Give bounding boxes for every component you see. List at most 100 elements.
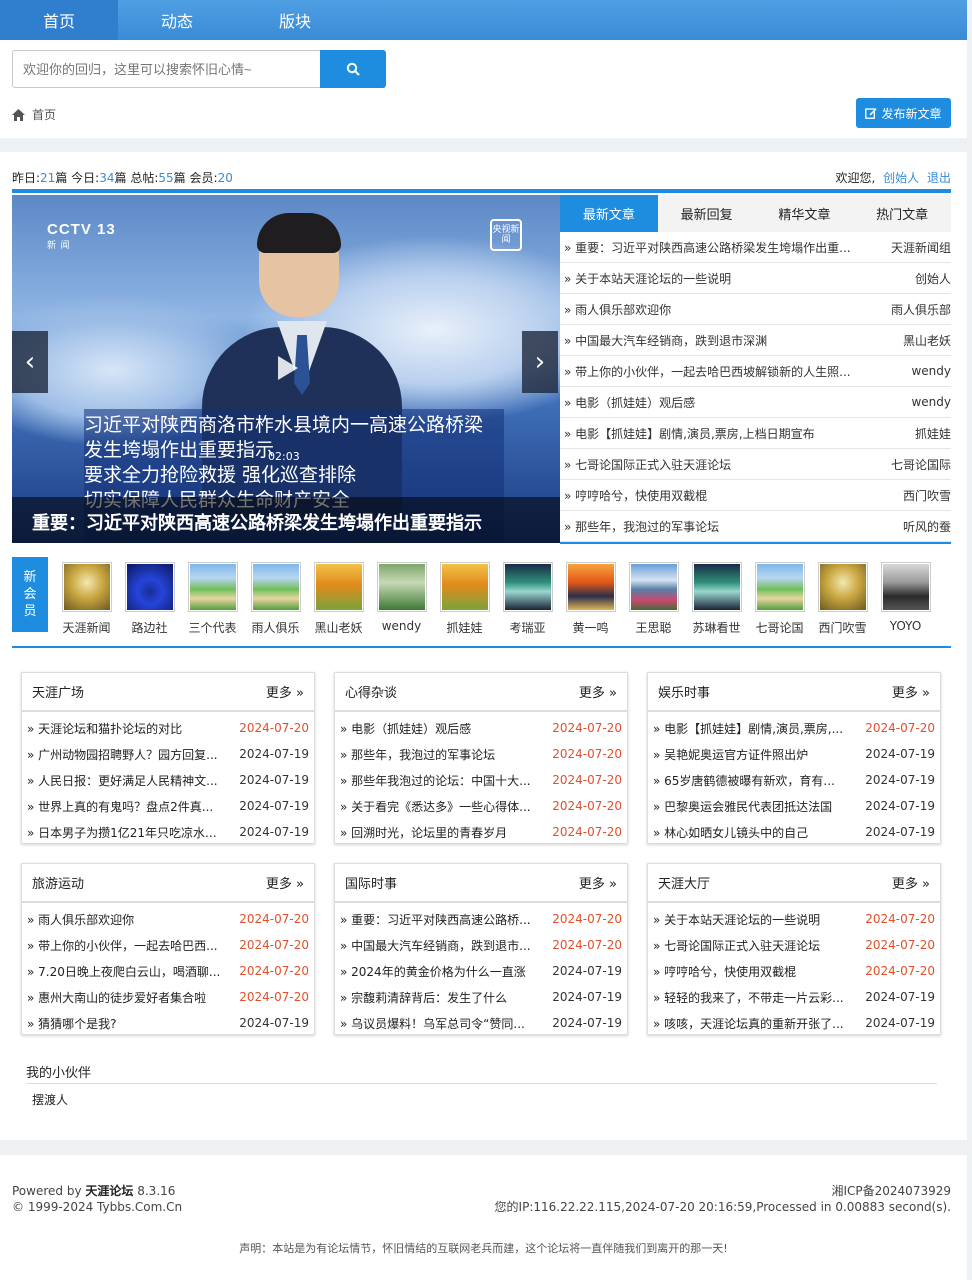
- article-row[interactable]: » 雨人俱乐部欢迎你 雨人俱乐部: [560, 294, 951, 325]
- forum-box-row[interactable]: » 关于本站天涯论坛的一些说明 2024-07-20: [648, 906, 940, 932]
- article-author[interactable]: 七哥论国际: [891, 456, 951, 473]
- forum-box-row[interactable]: » 七哥论国际正式入驻天涯论坛 2024-07-20: [648, 932, 940, 958]
- forum-box-row[interactable]: » 宗馥莉清辞背后：发生了什么 2024-07-19: [335, 984, 627, 1010]
- forum-box-row[interactable]: » 吴艳妮奥运官方证件照出炉 2024-07-19: [648, 741, 940, 767]
- avatar[interactable]: [880, 562, 931, 612]
- post-title[interactable]: » 电影【抓娃娃】剧情,演员,票房,...: [653, 720, 857, 737]
- article-row[interactable]: » 中国最大汽车经销商，跌到退市深渊 黑山老妖: [560, 325, 951, 356]
- nav-activity[interactable]: 动态: [118, 0, 236, 40]
- more-link[interactable]: 更多 »: [266, 873, 304, 892]
- article-author[interactable]: 雨人俱乐部: [891, 301, 951, 318]
- breadcrumb-home[interactable]: 首页: [32, 106, 56, 123]
- post-title[interactable]: » 关于看完《悉达多》一些心得体...: [340, 798, 544, 815]
- article-title[interactable]: » 七哥论国际正式入驻天涯论坛: [564, 456, 883, 473]
- forum-box-row[interactable]: » 中国最大汽车经销商，跌到退市... 2024-07-20: [335, 932, 627, 958]
- avatar[interactable]: [502, 562, 553, 612]
- article-row[interactable]: » 那些年，我泡过的军事论坛 听风的蚕: [560, 511, 951, 542]
- member-name[interactable]: 考瑞亚: [496, 619, 559, 636]
- article-title[interactable]: » 那些年，我泡过的军事论坛: [564, 518, 895, 535]
- forum-box-row[interactable]: » 电影（抓娃娃）观后感 2024-07-20: [335, 715, 627, 741]
- more-link[interactable]: 更多 »: [892, 873, 930, 892]
- post-title[interactable]: » 惠州大南山的徒步爱好者集合啦: [27, 989, 231, 1006]
- member-name[interactable]: 苏琳看世: [685, 619, 748, 636]
- member-item[interactable]: wendy: [370, 562, 433, 636]
- post-title[interactable]: » 哼哼哈兮，快使用双截棍: [653, 963, 857, 980]
- post-title[interactable]: » 天涯论坛和猫扑论坛的对比: [27, 720, 231, 737]
- member-item[interactable]: 天涯新闻: [55, 562, 118, 636]
- carousel-next-button[interactable]: ›: [522, 331, 558, 393]
- member-name[interactable]: 黑山老妖: [307, 619, 370, 636]
- post-title[interactable]: » 乌议员爆料！乌军总司令“赞同...: [340, 1015, 544, 1032]
- article-row[interactable]: » 电影（抓娃娃）观后感 wendy: [560, 387, 951, 418]
- post-title[interactable]: » 轻轻的我来了，不带走一片云彩...: [653, 989, 857, 1006]
- article-row[interactable]: » 带上你的小伙伴，一起去哈巴西坡解锁新的人生照... wendy: [560, 356, 951, 387]
- post-title[interactable]: » 雨人俱乐部欢迎你: [27, 911, 231, 928]
- post-title[interactable]: » 65岁唐鹤德被曝有新欢，育有...: [653, 772, 857, 789]
- news-carousel[interactable]: CCTV 13 新 闻 央视新闻 习近平对陕西商洛市柞水县境内一高速公路桥梁 发生…: [12, 195, 560, 543]
- nav-home[interactable]: 首页: [0, 0, 118, 40]
- tab-replies[interactable]: 最新回复: [658, 195, 756, 232]
- forum-box-row[interactable]: » 广州动物园招聘野人？园方回复... 2024-07-19: [22, 741, 314, 767]
- forum-box-row[interactable]: » 猜猜哪个是我? 2024-07-19: [22, 1010, 314, 1036]
- article-row[interactable]: » 电影【抓娃娃】剧情,演员,票房,上档日期宣布 抓娃娃: [560, 418, 951, 449]
- post-title[interactable]: » 猜猜哪个是我?: [27, 1015, 231, 1032]
- tab-hot[interactable]: 热门文章: [853, 195, 951, 232]
- member-item[interactable]: YOYO: [874, 562, 937, 636]
- article-title[interactable]: » 雨人俱乐部欢迎你: [564, 301, 883, 318]
- member-item[interactable]: 三个代表: [181, 562, 244, 636]
- nav-boards[interactable]: 版块: [236, 0, 354, 40]
- post-title[interactable]: » 中国最大汽车经销商，跌到退市...: [340, 937, 544, 954]
- post-title[interactable]: » 关于本站天涯论坛的一些说明: [653, 911, 857, 928]
- forum-box-row[interactable]: » 天涯论坛和猫扑论坛的对比 2024-07-20: [22, 715, 314, 741]
- member-name[interactable]: 抓娃娃: [433, 619, 496, 636]
- article-title[interactable]: » 带上你的小伙伴，一起去哈巴西坡解锁新的人生照...: [564, 363, 903, 380]
- article-author[interactable]: wendy: [911, 364, 951, 378]
- forum-box-row[interactable]: » 哼哼哈兮，快使用双截棍 2024-07-20: [648, 958, 940, 984]
- member-item[interactable]: 雨人俱乐: [244, 562, 307, 636]
- member-item[interactable]: 苏琳看世: [685, 562, 748, 636]
- post-title[interactable]: » 人民日报：更好满足人民精神文...: [27, 772, 231, 789]
- avatar[interactable]: [565, 562, 616, 612]
- avatar[interactable]: [61, 562, 112, 612]
- avatar[interactable]: [124, 562, 175, 612]
- more-link[interactable]: 更多 »: [892, 682, 930, 701]
- article-title[interactable]: » 电影【抓娃娃】剧情,演员,票房,上档日期宣布: [564, 425, 907, 442]
- post-title[interactable]: » 2024年的黄金价格为什么一直涨: [340, 963, 544, 980]
- post-title[interactable]: » 林心如晒女儿镜头中的自己: [653, 824, 857, 841]
- forum-box-row[interactable]: » 轻轻的我来了，不带走一片云彩... 2024-07-19: [648, 984, 940, 1010]
- logout-link[interactable]: 退出: [927, 171, 951, 185]
- article-title[interactable]: » 重要：习近平对陕西高速公路桥梁发生垮塌作出重...: [564, 239, 883, 256]
- member-name[interactable]: YOYO: [874, 619, 937, 633]
- forum-box-row[interactable]: » 林心如晒女儿镜头中的自己 2024-07-19: [648, 819, 940, 845]
- forum-box-title[interactable]: 娱乐时事: [658, 682, 710, 701]
- more-link[interactable]: 更多 »: [266, 682, 304, 701]
- member-name[interactable]: 天涯新闻: [55, 619, 118, 636]
- avatar[interactable]: [187, 562, 238, 612]
- post-title[interactable]: » 回溯时光，论坛里的青春岁月: [340, 824, 544, 841]
- forum-box-row[interactable]: » 7.20日晚上夜爬白云山，喝酒聊... 2024-07-20: [22, 958, 314, 984]
- avatar[interactable]: [376, 562, 427, 612]
- post-title[interactable]: » 七哥论国际正式入驻天涯论坛: [653, 937, 857, 954]
- member-item[interactable]: 路边社: [118, 562, 181, 636]
- avatar[interactable]: [754, 562, 805, 612]
- forum-box-row[interactable]: » 惠州大南山的徒步爱好者集合啦 2024-07-20: [22, 984, 314, 1010]
- play-icon[interactable]: [276, 355, 300, 381]
- forum-name-link[interactable]: 天涯论坛: [85, 1184, 133, 1198]
- forum-box-row[interactable]: » 带上你的小伙伴，一起去哈巴西... 2024-07-20: [22, 932, 314, 958]
- member-item[interactable]: 七哥论国: [748, 562, 811, 636]
- forum-box-title[interactable]: 天涯广场: [32, 682, 84, 701]
- avatar[interactable]: [313, 562, 364, 612]
- forum-box-row[interactable]: » 那些年，我泡过的军事论坛 2024-07-20: [335, 741, 627, 767]
- forum-box-row[interactable]: » 65岁唐鹤德被曝有新欢，育有... 2024-07-19: [648, 767, 940, 793]
- article-row[interactable]: » 重要：习近平对陕西高速公路桥梁发生垮塌作出重... 天涯新闻组: [560, 232, 951, 263]
- post-title[interactable]: » 7.20日晚上夜爬白云山，喝酒聊...: [27, 963, 231, 980]
- article-author[interactable]: wendy: [911, 395, 951, 409]
- post-title[interactable]: » 世界上真的有鬼吗？盘点2件真...: [27, 798, 231, 815]
- member-name[interactable]: 雨人俱乐: [244, 619, 307, 636]
- forum-box-row[interactable]: » 电影【抓娃娃】剧情,演员,票房,... 2024-07-20: [648, 715, 940, 741]
- forum-box-row[interactable]: » 咳咳，天涯论坛真的重新开张了... 2024-07-19: [648, 1010, 940, 1036]
- member-name[interactable]: 路边社: [118, 619, 181, 636]
- member-item[interactable]: 西门吹雪: [811, 562, 874, 636]
- avatar[interactable]: [817, 562, 868, 612]
- article-author[interactable]: 抓娃娃: [915, 425, 951, 442]
